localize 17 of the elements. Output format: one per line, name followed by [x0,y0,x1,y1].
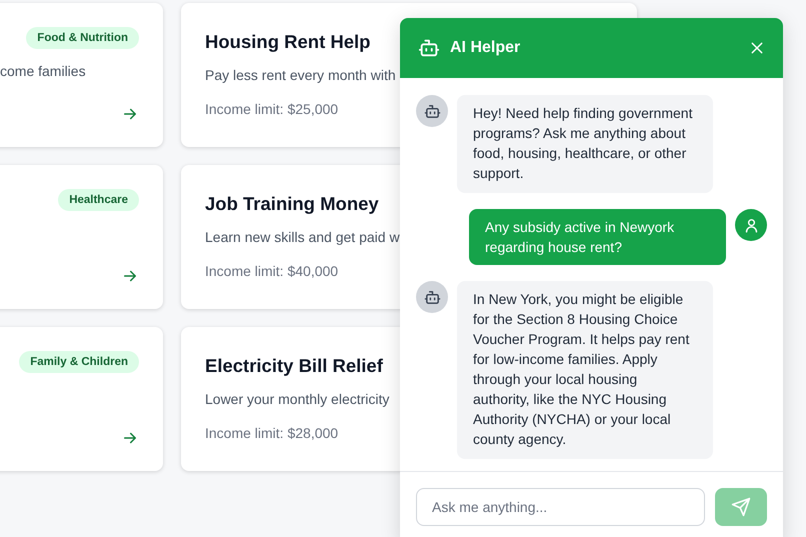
category-tag: Healthcare [58,189,139,211]
bot-message: In New York, you might be eligible for the Section 8 Housing Choice Voucher Program. It helps pay rent for low-income families. Apply through your local housing authority, like the NYC Housing Authority (NYCHA) or your local county agency. [457,281,713,459]
card-title: Job Training Money [205,193,379,215]
income-limit: Income limit: $25,000 [205,101,338,117]
category-tag: Food & Nutrition [26,27,139,49]
card-description: come families [0,63,86,79]
card-title: Housing Rent Help [205,31,370,53]
bot-message: Hey! Need help finding government programs? Ask me anything about food, housing, healthcare, or other support. [457,95,713,193]
user-message: Any subsidy active in Newyork regarding house rent? [469,209,726,265]
card-description: Pay less rent every month with [205,67,396,83]
chat-title: AI Helper [450,39,522,57]
card-description: Lower your monthly electricity [205,391,390,407]
category-tag: Family & Children [19,351,139,373]
income-limit: Income limit: $40,000 [205,263,338,279]
card-description: Learn new skills and get paid w [205,229,400,245]
card-title: Electricity Bill Relief [205,355,383,377]
income-limit: Income limit: $28,000 [205,425,338,441]
